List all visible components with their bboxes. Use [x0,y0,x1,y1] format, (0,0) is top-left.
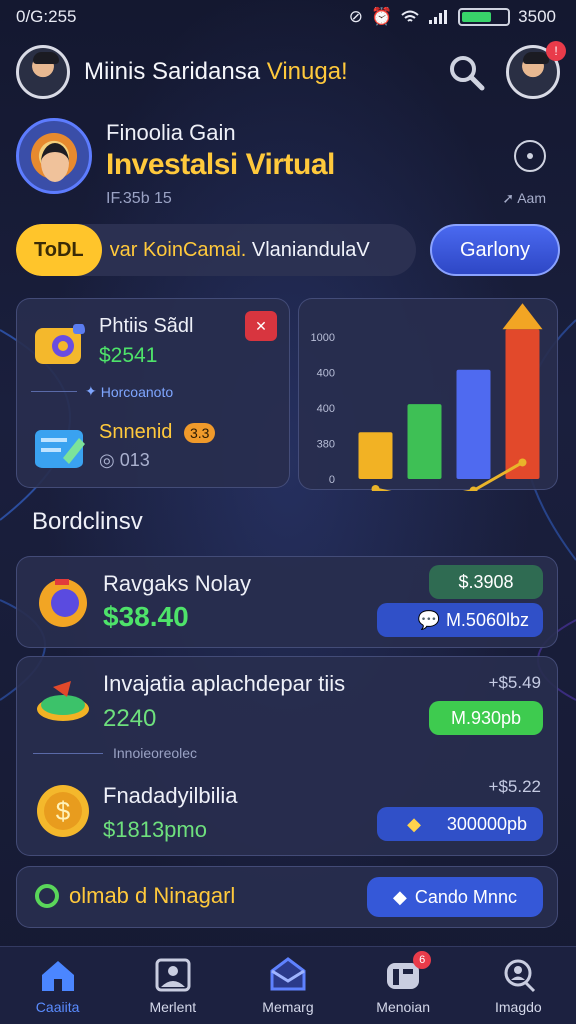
summary-divider: ✦ Horcoanoto [31,383,277,400]
promo-text: olmab d Ninagarl [69,883,236,908]
y-tick-label: 400 [317,368,335,380]
nav-item-messages[interactable]: Memarg [238,956,338,1015]
document-edit-icon [35,430,85,468]
status-time: 0/G:255 [16,7,77,26]
close-icon: ✕ [255,317,267,334]
user-avatar[interactable] [16,45,70,99]
item-2-title: Invajatia aplachdepar tiis [103,671,346,696]
sparkle-icon: ✦ [85,383,97,399]
app-header: Miinis Saridansa Vinuga! ! [16,40,566,104]
coin-icon: ◎ [99,450,115,470]
summary-row1-value: $2541 [99,344,158,367]
status-ring-icon [35,884,59,908]
mail-icon [270,956,306,990]
nav-item-search[interactable]: Imagdo [468,957,568,1015]
chart-bar [456,369,491,479]
y-tick-label: 380 [317,439,335,451]
item-3-value: $1813pmo [103,817,207,842]
search-field[interactable]: ToDL var KoinCamai. VlaniandulaV [16,224,416,276]
item-2-value: 2240 [103,705,157,732]
investment-chart: 1000 400 400 380 0 [311,303,543,504]
battery-icon [458,8,511,26]
trend-point [518,458,527,467]
summary-card: Phtiis Sãdl $2541 ✕ ✦ Horcoanoto Snnenid… [16,298,290,488]
header-title: Miinis Saridansa Vinuga! [84,58,348,85]
dnd-icon: ⊘ [348,7,363,26]
trend-line [375,461,524,502]
hero-subtitle: Finoolia Gain [106,120,236,145]
diamond-icon: ◆ [393,886,407,907]
wifi-icon [401,10,419,22]
primary-action-button[interactable]: Garlony [430,224,560,276]
close-chip-button[interactable]: ✕ [245,311,277,341]
item-2-divider: Innoieoreolec [33,745,197,761]
nav-item-home[interactable]: Caaiita [8,957,108,1015]
hero-section: Finoolia Gain Investalsi Virtual IF.35b … [16,118,560,208]
tag-icon: ◆ [407,813,421,834]
item-1-pill-top: $.3908 [429,565,543,599]
chat-icon: 💬 [417,609,440,630]
chart-bar [358,432,393,479]
item-1-pill-bottom[interactable]: 💬 M.5060lbz [377,603,543,637]
y-tick-label: 1000 [311,332,335,344]
chart-bar [407,404,442,479]
list-card-2: Invajatia aplachdepar tiis 2240 +$5.49 M… [16,656,558,856]
bottom-nav: Caaiita Merlent Memarg 6 Menoian Imagdo [0,946,576,1024]
item-1-title: Ravgaks Nolay [103,571,251,596]
nav-item-media[interactable]: Merlent [123,957,223,1015]
home-icon [41,960,74,991]
piggy-bank-icon [39,579,87,627]
target-icon [527,153,533,159]
hero-title: Investalsi Virtual [106,148,335,181]
y-tick-label: 0 [329,474,335,486]
nav-badge: 6 [413,950,432,969]
search-text-rest: VlaniandulaV [251,238,370,261]
profile-search-icon [504,959,536,992]
section-title: Bordclinsv [32,508,143,535]
search-button[interactable] [442,48,490,96]
svg-text:$: $ [56,796,71,826]
item-3-amount: +$5.22 [488,777,541,796]
chart-card: 1000 400 400 380 0 [298,298,558,504]
hero-meta: IF.35b 15 [106,190,172,207]
battery-text: 3500 [518,7,556,26]
growth-arrow [502,303,543,330]
promo-card: olmab d Ninagarl ◆ Cando Mnnc [16,866,558,928]
list-card-1[interactable]: Ravgaks Nolay $38.40 $.3908 💬 M.5060lbz [16,556,558,648]
trend-point [371,484,380,493]
image-icon [155,958,191,991]
search-text-highlight: var KoinCamai. [109,238,247,261]
item-1-value: $38.40 [103,601,189,632]
item-2-amount: +$5.49 [488,673,541,692]
dollar-coin-icon: $ [37,785,89,837]
summary-row1-title: Phtiis Sãdl [99,315,194,337]
item-3-title: Fnadadyilbilia [103,783,238,808]
y-tick-label: 400 [317,403,335,415]
hero-right-label: ➚ Aam [502,190,546,206]
summary-row2-value: 013 [119,450,150,470]
summary-row2-title: Snnenid [99,421,173,443]
wallet-gear-icon [35,323,85,364]
chart-bar [505,329,540,479]
target-button[interactable] [514,140,546,172]
hero-avatar [16,118,92,194]
search-tag[interactable]: ToDL [16,224,102,276]
status-bar: 0/G:255 ⊘ ⏰ 3500 [0,0,576,34]
summary-row2-chip: 3.3 [183,423,216,443]
search-icon [450,56,485,91]
item-2-pill[interactable]: M.930pb [429,701,543,735]
notification-badge: ! [546,41,566,61]
item-3-pill[interactable]: ◆ 300000pb [377,807,543,841]
signal-icon [429,10,448,24]
cash-stack-icon [37,681,89,721]
nav-item-notifications[interactable]: 6 Menoian [353,950,453,1015]
profile-button[interactable]: ! [506,41,566,99]
promo-button[interactable]: ◆ Cando Mnnc [367,877,543,917]
search-row: ToDL var KoinCamai. VlaniandulaV Garlony [16,224,560,278]
alarm-icon: ⏰ [371,7,393,26]
